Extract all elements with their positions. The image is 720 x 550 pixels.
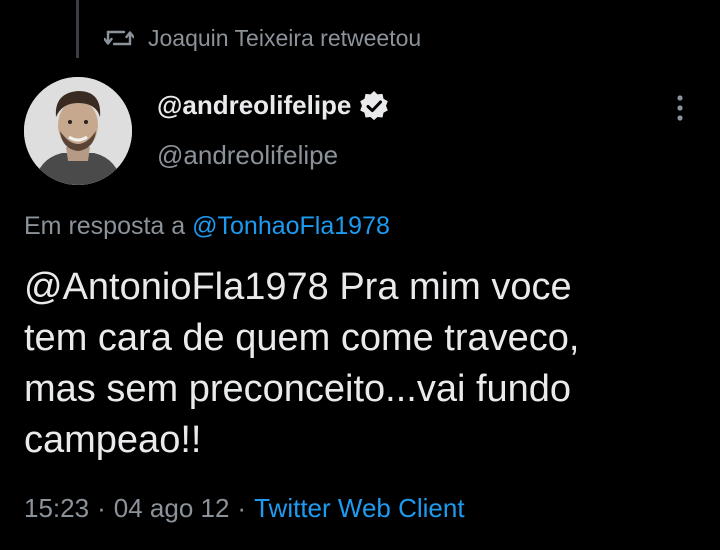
tweet-client-link[interactable]: Twitter Web Client [254, 493, 464, 524]
verified-badge-icon [360, 90, 389, 120]
author-name-row[interactable]: @andreolifelipe [157, 90, 389, 121]
meta-separator: · [97, 493, 106, 523]
retweet-icon [104, 30, 134, 46]
author-handle[interactable]: @andreolifelipe [157, 140, 338, 171]
more-vertical-icon[interactable] [668, 93, 692, 123]
tweet-text: @AntonioFla1978 Pra mim voce tem cara de… [24, 266, 580, 461]
avatar-photo [24, 77, 132, 185]
retweet-label[interactable]: Joaquin Teixeira retweetou [148, 25, 421, 52]
retweet-context: Joaquin Teixeira retweetou [104, 22, 421, 54]
reply-to-link[interactable]: @TonhaoFla1978 [192, 212, 390, 240]
reply-context: Em resposta a @TonhaoFla1978 [24, 212, 390, 241]
tweet-metadata: 15:23 · 04 ago 12 · Twitter Web Client [24, 493, 465, 524]
tweet-date[interactable]: 04 ago 12 [114, 493, 230, 524]
avatar[interactable] [24, 77, 132, 185]
thread-connector-line [76, 0, 79, 58]
author-name[interactable]: @andreolifelipe [157, 90, 351, 121]
meta-separator: · [237, 493, 247, 523]
tweet-time[interactable]: 15:23 [24, 493, 89, 524]
reply-prefix: Em resposta a [24, 212, 186, 240]
